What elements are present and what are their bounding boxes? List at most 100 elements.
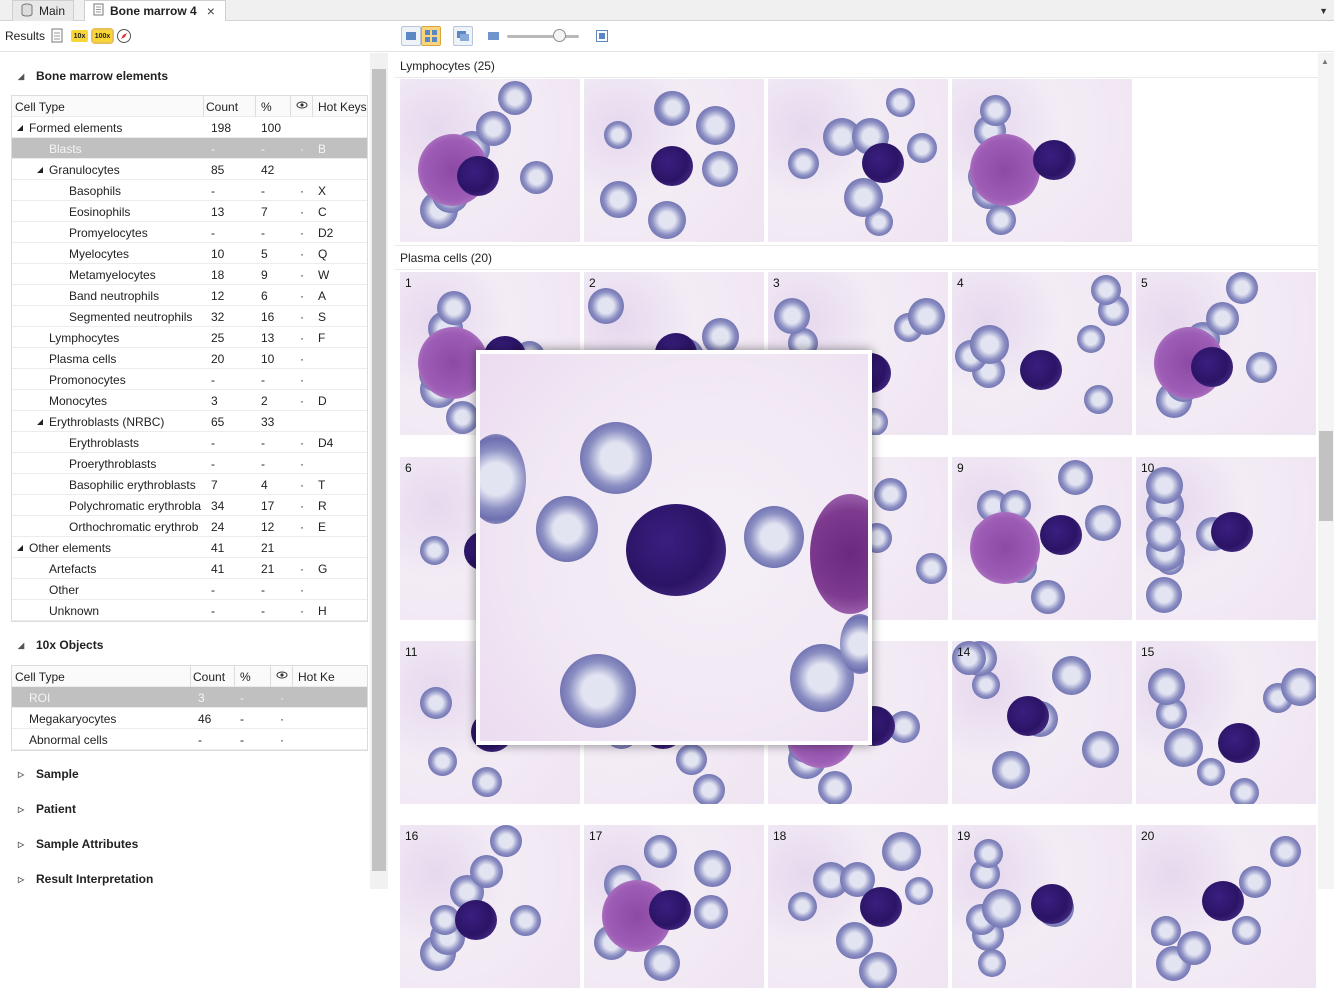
eye-icon[interactable] xyxy=(276,669,288,683)
single-view-icon[interactable] xyxy=(401,26,421,46)
column-separator[interactable] xyxy=(270,666,271,687)
close-icon[interactable]: × xyxy=(207,3,215,19)
column-separator[interactable] xyxy=(255,96,256,117)
left-scrollbar-thumb[interactable] xyxy=(372,69,386,871)
magnification-100x-button[interactable]: 100x xyxy=(91,26,114,46)
header-cell-type[interactable]: Cell Type xyxy=(15,670,65,684)
sample-section-header[interactable]: ▷ Sample xyxy=(18,767,79,781)
eye-icon[interactable] xyxy=(296,99,308,113)
table-row[interactable]: Unknown - - · H xyxy=(12,600,367,621)
fit-icon[interactable] xyxy=(592,26,612,46)
table-row[interactable]: Eosinophils 13 7 · C xyxy=(12,201,367,222)
chevron-down-icon[interactable]: ▼ xyxy=(1319,6,1328,16)
cell-thumbnail[interactable]: 17 xyxy=(584,825,764,988)
cell-thumbnail[interactable]: 20 xyxy=(1136,825,1316,988)
cell-thumbnail[interactable] xyxy=(952,79,1132,242)
table-row[interactable]: Band neutrophils 12 6 · A xyxy=(12,285,367,306)
table-row[interactable]: Artefacts 41 21 · G xyxy=(12,558,367,579)
table-row[interactable]: ◢ Granulocytes 85 42 xyxy=(12,159,367,180)
table-row[interactable]: Other - - · xyxy=(12,579,367,600)
cell-thumbnail[interactable] xyxy=(584,79,764,242)
table-row[interactable]: Monocytes 3 2 · D xyxy=(12,390,367,411)
column-separator[interactable] xyxy=(292,666,293,687)
table-row[interactable]: Basophils - - · X xyxy=(12,180,367,201)
table-row[interactable]: Abnormal cells - - · xyxy=(12,729,367,750)
column-separator[interactable] xyxy=(290,96,291,117)
table-row[interactable]: Erythroblasts - - · D4 xyxy=(12,432,367,453)
table-row[interactable]: ROI 3 - · xyxy=(12,687,367,708)
cell-thumbnail[interactable]: 4 xyxy=(952,272,1132,435)
cell-thumbnail[interactable]: 14 xyxy=(952,641,1132,804)
tab-main[interactable]: Main xyxy=(12,0,74,21)
scroll-up-icon[interactable]: ▲ xyxy=(1321,57,1329,66)
cell-visibility: · xyxy=(300,205,304,219)
table-row[interactable]: Plasma cells 20 10 · xyxy=(12,348,367,369)
table-row[interactable]: Myelocytes 10 5 · Q xyxy=(12,243,367,264)
expand-collapse-icon[interactable]: ◢ xyxy=(37,165,43,174)
lymphocytes-group-header[interactable]: Lymphocytes (25) xyxy=(400,59,495,73)
table-row[interactable]: Megakaryocytes 46 - · xyxy=(12,708,367,729)
header-hot-keys[interactable]: Hot Keys xyxy=(318,100,367,114)
compass-icon[interactable] xyxy=(116,26,132,46)
cell-thumbnail[interactable]: 9 xyxy=(952,457,1132,620)
report-icon[interactable] xyxy=(50,26,64,46)
expand-collapse-icon[interactable]: ◢ xyxy=(37,417,43,426)
cell-percent: 5 xyxy=(261,247,268,261)
magnification-10x-button[interactable]: 10x xyxy=(71,26,88,46)
expand-collapse-icon[interactable]: ◢ xyxy=(17,543,23,552)
objects-10x-section-header[interactable]: ◢ 10x Objects xyxy=(18,638,103,652)
expand-collapse-icon[interactable]: ◢ xyxy=(17,123,23,132)
plasma-cells-group-header[interactable]: Plasma cells (20) xyxy=(400,251,492,265)
header-percent[interactable]: % xyxy=(240,670,251,684)
patient-section-header[interactable]: ▷ Patient xyxy=(18,802,76,816)
column-separator[interactable] xyxy=(190,666,191,687)
column-separator[interactable] xyxy=(234,666,235,687)
table-row[interactable]: Orthochromatic erythrob 24 12 · E xyxy=(12,516,367,537)
result-interpretation-section-header[interactable]: ▷ Result Interpretation xyxy=(18,872,153,886)
table-row[interactable]: Blasts - - · B xyxy=(12,138,367,159)
grid-view-icon[interactable] xyxy=(421,26,441,46)
cell-thumbnail[interactable] xyxy=(400,79,580,242)
cell-thumbnail[interactable]: 10 xyxy=(1136,457,1316,620)
table-row[interactable]: Metamyelocytes 18 9 · W xyxy=(12,264,367,285)
gallery-scrollbar-thumb[interactable] xyxy=(1319,431,1333,521)
table-row[interactable]: Polychromatic erythrobla 34 17 · R xyxy=(12,495,367,516)
cell-thumbnail[interactable]: 19 xyxy=(952,825,1132,988)
table-row[interactable]: Segmented neutrophils 32 16 · S xyxy=(12,306,367,327)
cell-thumbnail[interactable] xyxy=(768,79,948,242)
image-view-icon[interactable] xyxy=(483,26,503,46)
column-separator[interactable] xyxy=(312,96,313,117)
table-header: Cell Type Count% Hot Keys xyxy=(12,96,367,117)
red-blood-cell xyxy=(836,922,873,959)
cell-thumbnail[interactable]: 5 xyxy=(1136,272,1316,435)
header-count[interactable]: Count xyxy=(206,100,238,114)
table-row[interactable]: Lymphocytes 25 13 · F xyxy=(12,327,367,348)
cell-thumbnail[interactable]: 15 xyxy=(1136,641,1316,804)
table-row[interactable]: Promyelocytes - - · D2 xyxy=(12,222,367,243)
table-row[interactable]: Promonocytes - - · xyxy=(12,369,367,390)
table-row[interactable]: Proerythroblasts - - · xyxy=(12,453,367,474)
table-row[interactable]: ◢ Erythroblasts (NRBC) 65 33 xyxy=(12,411,367,432)
header-percent[interactable]: % xyxy=(261,100,272,114)
cell-thumbnail[interactable]: 16 xyxy=(400,825,580,988)
sample-attributes-section-header[interactable]: ▷ Sample Attributes xyxy=(18,837,138,851)
zoom-slider-track[interactable] xyxy=(507,35,579,38)
red-blood-cell xyxy=(1197,758,1225,786)
header-hot-keys[interactable]: Hot Ke xyxy=(298,670,335,684)
bone-marrow-section-header[interactable]: ◢ Bone marrow elements xyxy=(18,69,168,83)
table-row[interactable]: Basophilic erythroblasts 7 4 · T xyxy=(12,474,367,495)
gallery-scrollbar[interactable]: ▲ xyxy=(1318,53,1334,889)
column-separator[interactable] xyxy=(203,96,204,117)
tab-bone-marrow-4[interactable]: Bone marrow 4 × xyxy=(84,0,226,21)
cell-percent: 17 xyxy=(261,499,275,513)
header-count[interactable]: Count xyxy=(193,670,225,684)
cell-hot-key: X xyxy=(318,184,327,198)
cell-thumbnail[interactable]: 18 xyxy=(768,825,948,988)
cell-count: 34 xyxy=(211,499,225,513)
table-row[interactable]: ◢ Other elements 41 21 xyxy=(12,537,367,558)
header-cell-type[interactable]: Cell Type xyxy=(15,100,65,114)
zoom-slider-thumb[interactable] xyxy=(553,29,566,42)
stack-view-icon[interactable] xyxy=(453,26,473,46)
table-row[interactable]: ◢ Formed elements 198 100 xyxy=(12,117,367,138)
left-scrollbar[interactable] xyxy=(370,53,388,889)
